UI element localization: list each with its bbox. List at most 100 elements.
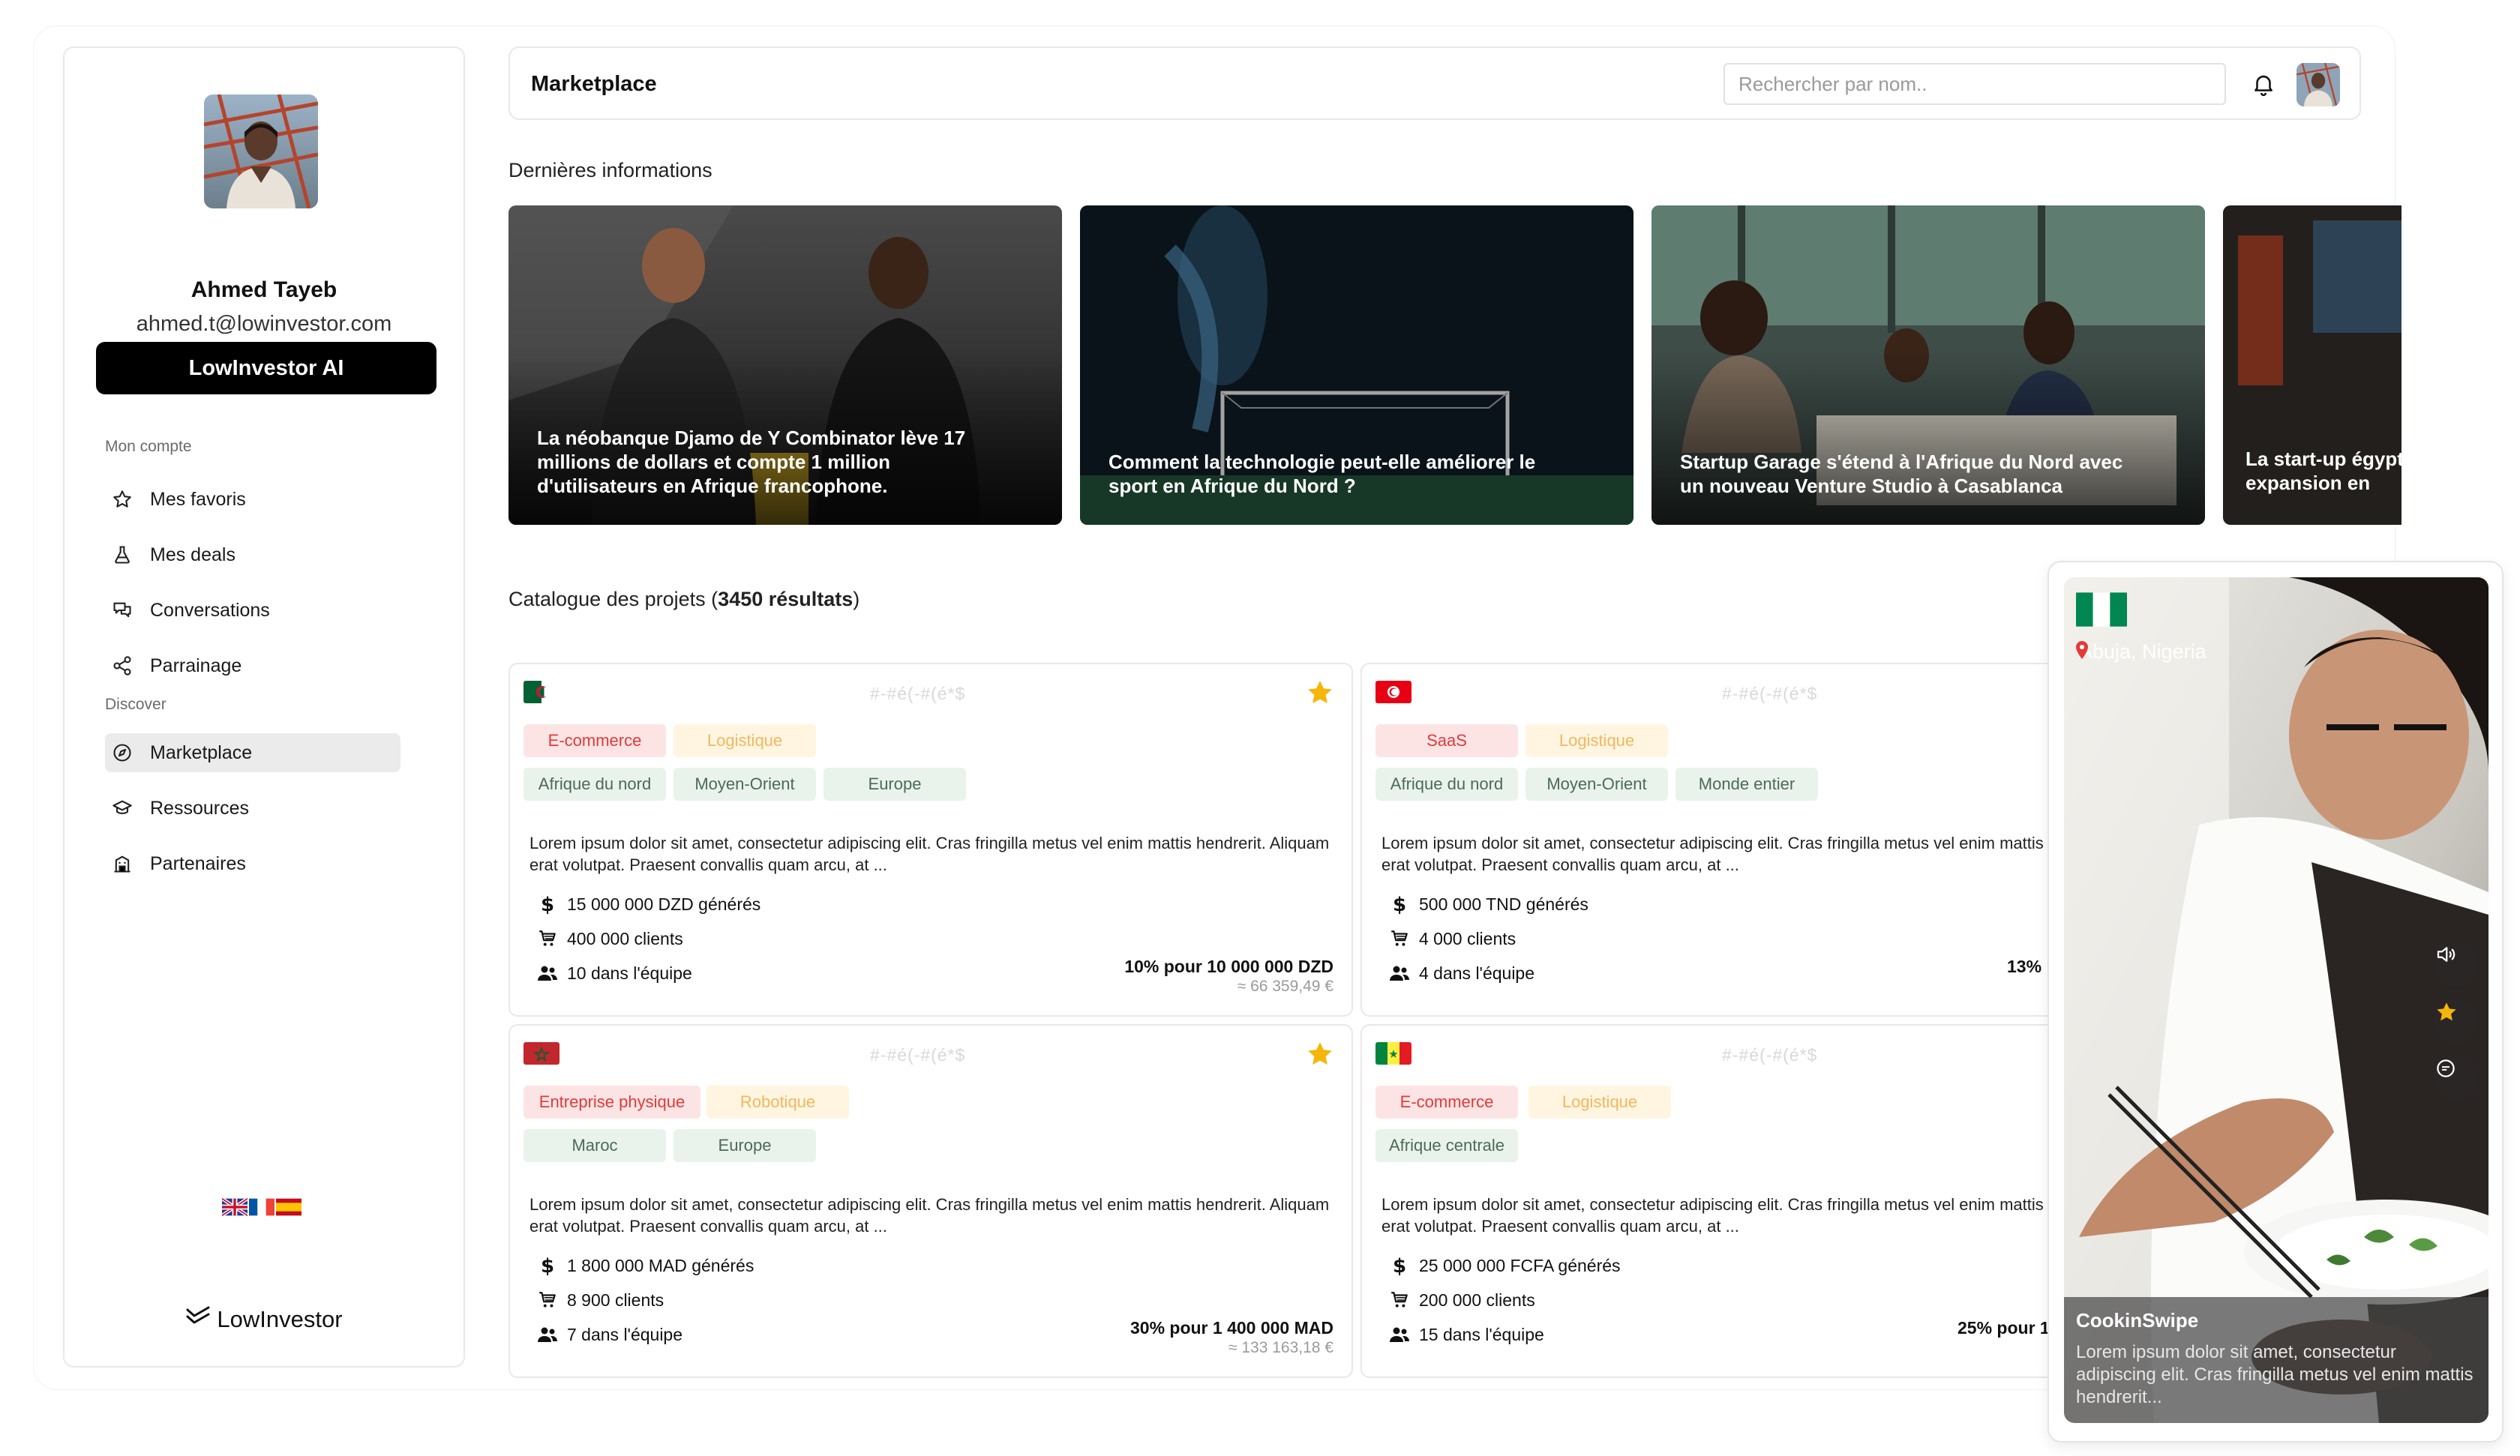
people-icon xyxy=(1389,963,1410,984)
project-card[interactable]: #-#é(-#(é*$ E-commerce Logistique Afriqu… xyxy=(508,663,1353,1017)
dollar-icon: $ xyxy=(537,894,558,915)
favorite-star-icon[interactable] xyxy=(1305,1039,1335,1069)
news-carousel: La néobanque Djamo de Y Combinator lève … xyxy=(508,205,2402,525)
news-title: La néobanque Djamo de Y Combinator lève … xyxy=(537,427,966,497)
catalogue-heading: Catalogue des projets (3450 résultats) xyxy=(508,588,860,611)
lowinvestor-ai-button[interactable]: LowInvestor AI xyxy=(96,342,436,394)
svg-text:$: $ xyxy=(541,894,554,915)
favorite-star-icon[interactable] xyxy=(1305,678,1335,708)
lowinvestor-logo[interactable]: LowInvestor xyxy=(64,1306,464,1333)
flag-france-icon[interactable] xyxy=(249,1198,274,1220)
flag-uk-icon[interactable] xyxy=(220,1197,249,1220)
flag-senegal-icon xyxy=(1376,1042,1412,1065)
region-chip: Europe xyxy=(674,1129,816,1162)
dollar-icon: $ xyxy=(1389,894,1410,915)
bell-icon[interactable] xyxy=(2248,69,2278,99)
region-chip: Europe xyxy=(824,768,966,801)
sidebar-item-favoris[interactable]: Mes favoris xyxy=(105,480,400,519)
logo-text: LowInvestor xyxy=(217,1306,343,1332)
section-label-account: Mon compte xyxy=(105,438,192,455)
catalogue-heading-prefix: Catalogue des projets ( xyxy=(508,588,718,610)
metric-clients-text: 200 000 clients xyxy=(1419,1290,1535,1310)
sector-chip: Logistique xyxy=(1528,1086,1671,1119)
metric-team-text: 7 dans l'équipe xyxy=(567,1324,683,1344)
sidebar-item-label: Mes deals xyxy=(150,544,236,565)
sector-chip: SaaS xyxy=(1376,724,1518,757)
news-card[interactable]: Comment la technologie peut-elle amélior… xyxy=(1080,205,1634,525)
search-input[interactable] xyxy=(1724,63,2226,105)
result-count: 3450 résultats xyxy=(718,588,854,610)
news-card[interactable]: Startup Garage s'étend à l'Afrique du No… xyxy=(1652,205,2205,525)
chat-bubbles-icon xyxy=(111,599,134,622)
metric-revenue-text: 15 000 000 DZD générés xyxy=(567,894,761,914)
region-chip: Afrique centrale xyxy=(1376,1129,1518,1162)
video-location-text: Abuja, Nigeria xyxy=(2079,640,2206,663)
sidebar-item-ressources[interactable]: Ressources xyxy=(105,789,400,828)
flag-spain-icon[interactable] xyxy=(276,1198,302,1220)
metric-team-text: 15 dans l'équipe xyxy=(1419,1324,1544,1344)
metric-revenue: $ 15 000 000 DZD générés xyxy=(537,894,760,915)
sidebar-item-label: Mes favoris xyxy=(150,488,246,510)
sidebar-item-partenaires[interactable]: Partenaires xyxy=(105,844,400,883)
metric-clients: 8 900 clients xyxy=(537,1290,664,1311)
region-chip: Monde entier xyxy=(1676,768,1818,801)
news-title: Startup Garage s'étend à l'Afrique du No… xyxy=(1680,451,2123,497)
region-chip: Afrique du nord xyxy=(524,768,666,801)
favorite-star-icon[interactable] xyxy=(2434,1000,2478,1044)
news-title: Comment la technologie peut-elle amélior… xyxy=(1108,451,1536,497)
sidebar-item-marketplace[interactable]: Marketplace xyxy=(105,733,400,772)
share-nodes-icon xyxy=(111,655,134,677)
video-player[interactable]: Abuja, Nigeria CookinSwipe Lorem ipsum d… xyxy=(2064,577,2488,1423)
sector-chip: Entreprise physique xyxy=(524,1086,700,1119)
volume-icon[interactable] xyxy=(2434,943,2478,987)
video-description: Lorem ipsum dolor sit amet, consectetur … xyxy=(2076,1342,2474,1407)
profile-photo[interactable] xyxy=(204,94,318,208)
metric-clients: 4 000 clients xyxy=(1389,928,1516,949)
video-location: Abuja, Nigeria xyxy=(2074,640,2206,664)
sector-chip: Robotique xyxy=(706,1086,849,1119)
sidebar-item-parrainage[interactable]: Parrainage xyxy=(105,646,400,685)
project-name-masked: #-#é(-#(é*$ xyxy=(870,684,966,703)
video-caption: CookinSwipe Lorem ipsum dolor sit amet, … xyxy=(2064,1297,2488,1423)
metric-team-text: 4 dans l'équipe xyxy=(1419,963,1535,983)
sidebar-item-label: Marketplace xyxy=(150,741,253,763)
svg-text:$: $ xyxy=(1393,894,1406,915)
region-chip: Moyen-Orient xyxy=(674,768,816,801)
dollar-icon: $ xyxy=(537,1255,558,1276)
flask-icon xyxy=(111,544,134,566)
project-description: Lorem ipsum dolor sit amet, consectetur … xyxy=(530,834,1330,874)
sidebar-item-label: Parrainage xyxy=(150,655,242,676)
profile-name: Ahmed Tayeb xyxy=(190,277,338,302)
chat-icon[interactable] xyxy=(2434,1057,2478,1101)
news-card[interactable]: La néobanque Djamo de Y Combinator lève … xyxy=(508,205,1062,525)
project-card[interactable]: #-#é(-#(é*$ E-commerce Logistique Afriqu… xyxy=(1360,1024,2052,1378)
dollar-icon: $ xyxy=(1389,1255,1410,1276)
sidebar-item-conversations[interactable]: Conversations xyxy=(105,591,400,630)
news-title: La start-up égyptienne le Q-Commerce, so… xyxy=(2246,448,2402,494)
metric-revenue-text: 25 000 000 FCFA générés xyxy=(1419,1255,1621,1275)
project-description: Lorem ipsum dolor sit amet, consectetur … xyxy=(1382,1195,2052,1236)
news-card[interactable]: La start-up égyptienne le Q-Commerce, so… xyxy=(2223,205,2402,525)
region-chip: Maroc xyxy=(524,1129,666,1162)
people-icon xyxy=(537,963,558,984)
sector-chip: E-commerce xyxy=(524,724,666,757)
project-description: Lorem ipsum dolor sit amet, consectetur … xyxy=(530,1195,1330,1236)
offer-conversion: ≈ 66 359,49 € xyxy=(1237,978,1334,995)
svg-text:$: $ xyxy=(1393,1255,1406,1276)
page-title: Marketplace xyxy=(531,72,657,96)
investment-offer: 13% p xyxy=(2007,957,2052,976)
language-switcher xyxy=(220,1197,302,1220)
avatar[interactable] xyxy=(2296,63,2340,106)
flag-morocco-icon xyxy=(524,1042,560,1065)
project-card[interactable]: #-#é(-#(é*$ Entreprise physique Robotiqu… xyxy=(508,1024,1353,1378)
project-name-masked: #-#é(-#(é*$ xyxy=(1722,684,1818,703)
sidebar-item-label: Conversations xyxy=(150,599,270,621)
cart-icon xyxy=(537,928,558,949)
investment-offer: 25% pour 1 xyxy=(1958,1318,2050,1338)
project-card[interactable]: #-#é(-#(é*$ SaaS Logistique Afrique du n… xyxy=(1360,663,2052,1017)
flag-nigeria-icon xyxy=(2076,591,2127,628)
svg-text:$: $ xyxy=(541,1255,554,1276)
profile-email: ahmed.t@lowinvestor.com xyxy=(136,312,392,336)
sidebar-item-deals[interactable]: Mes deals xyxy=(105,535,400,574)
project-name-masked: #-#é(-#(é*$ xyxy=(1722,1045,1818,1065)
